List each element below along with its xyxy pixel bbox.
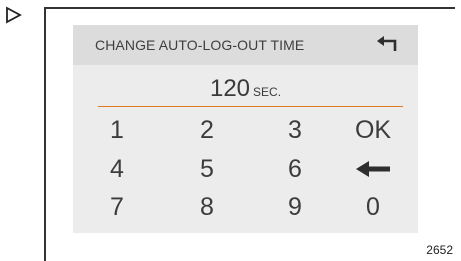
document-figure: CHANGE AUTO-LOG-OUT TIME 120 SEC. 1 2 3 O… (0, 0, 461, 261)
key-9[interactable]: 9 (265, 189, 325, 225)
value-underline (98, 106, 403, 107)
key-7[interactable]: 7 (87, 189, 147, 225)
figure-number: 2652 (426, 243, 453, 257)
ok-button[interactable]: OK (343, 112, 403, 148)
key-1[interactable]: 1 (87, 112, 147, 148)
key-5[interactable]: 5 (177, 151, 237, 187)
dialog-title-bar: CHANGE AUTO-LOG-OUT TIME (73, 25, 418, 65)
key-8[interactable]: 8 (177, 189, 237, 225)
time-unit: SEC. (253, 85, 282, 99)
return-arrow-icon[interactable] (376, 35, 398, 53)
key-6[interactable]: 6 (265, 151, 325, 187)
auto-logout-dialog: CHANGE AUTO-LOG-OUT TIME 120 SEC. 1 2 3 O… (73, 25, 418, 233)
key-0[interactable]: 0 (343, 189, 403, 225)
backspace-button[interactable] (343, 151, 403, 187)
triangle-marker-icon (5, 6, 23, 24)
dialog-title: CHANGE AUTO-LOG-OUT TIME (95, 37, 305, 53)
left-arrow-backspace-icon (356, 161, 390, 177)
key-3[interactable]: 3 (265, 112, 325, 148)
time-value-display: 120 SEC. (73, 75, 418, 103)
key-2[interactable]: 2 (177, 112, 237, 148)
time-value: 120 (209, 75, 251, 102)
key-4[interactable]: 4 (87, 151, 147, 187)
